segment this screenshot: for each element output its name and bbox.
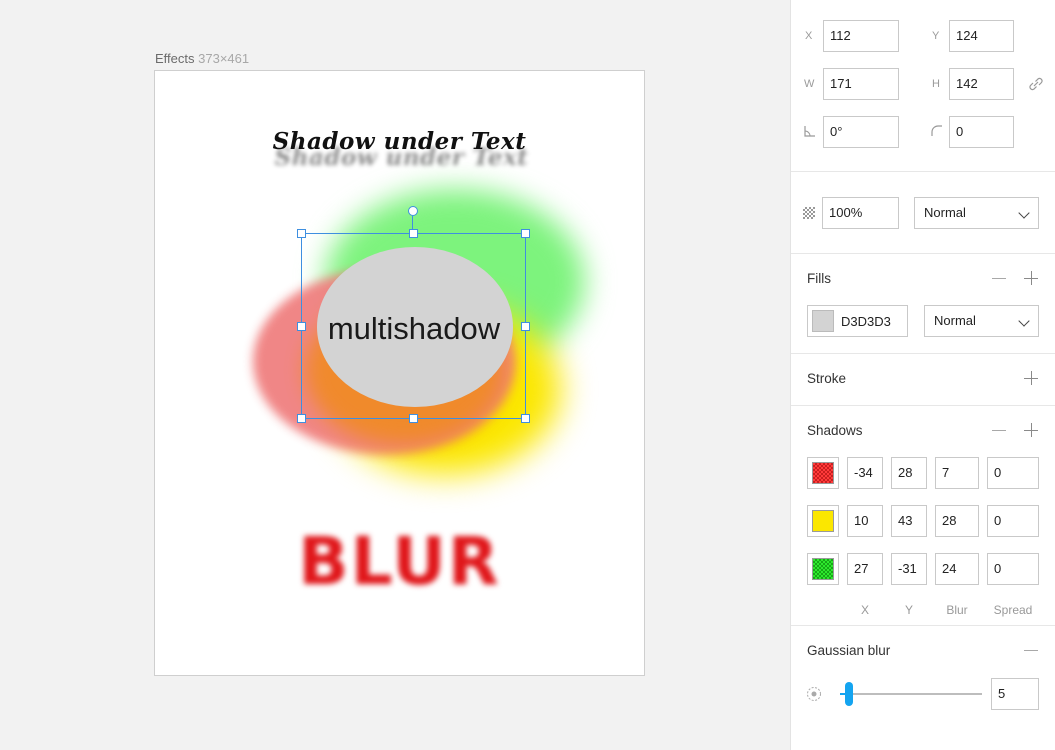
fill-color-field[interactable]: D3D3D3	[807, 305, 908, 337]
artboard-name: Effects	[155, 51, 195, 66]
shadow-2-y-input[interactable]: 43	[891, 505, 927, 537]
w-label: W	[804, 78, 815, 90]
add-fill-button[interactable]	[1024, 271, 1038, 285]
layer-blend-mode-value: Normal	[924, 205, 966, 220]
shadow-2-x-input[interactable]: 10	[847, 505, 883, 537]
shadows-title: Shadows	[807, 423, 863, 438]
angle-icon	[804, 126, 815, 137]
height-input[interactable]: 142	[949, 68, 1014, 100]
opacity-section: 100% Normal	[791, 172, 1055, 254]
shadow-2-blur-input[interactable]: 28	[935, 505, 979, 537]
position-section: X 112 Y 124 W 171 H 142 0° 0	[791, 0, 1055, 172]
fill-blend-mode-select[interactable]: Normal	[924, 305, 1039, 337]
x-input[interactable]: 112	[823, 20, 899, 52]
inspector-panel: X 112 Y 124 W 171 H 142 0° 0 100% Normal	[790, 0, 1055, 750]
layer-blend-mode-select[interactable]: Normal	[914, 197, 1039, 229]
remove-gaussian-blur-button[interactable]	[1024, 650, 1038, 651]
fill-hex-value: D3D3D3	[841, 314, 891, 329]
corner-radius-input[interactable]: 0	[949, 116, 1014, 148]
shadow-2-spread-input[interactable]: 0	[987, 505, 1039, 537]
gaussian-blur-input[interactable]: 5	[991, 678, 1039, 710]
shadow-spread-column-label: Spread	[993, 603, 1033, 617]
shadow-1-spread-input[interactable]: 0	[987, 457, 1039, 489]
shadow-1-x-input[interactable]: -34	[847, 457, 883, 489]
resize-handle-top-right[interactable]	[521, 229, 530, 238]
artboard-dimensions: 373×461	[198, 51, 250, 66]
shadows-section: Shadows -34 28 7 0 10 43 28 0 27 -31 24 …	[791, 406, 1055, 626]
shadow-1-color-swatch	[812, 462, 834, 484]
add-stroke-button[interactable]	[1024, 371, 1038, 385]
y-label: Y	[932, 30, 940, 42]
shadow-1-blur-input[interactable]: 7	[935, 457, 979, 489]
angle-input[interactable]: 0°	[823, 116, 899, 148]
resize-handle-top[interactable]	[409, 229, 418, 238]
shadow-blur-column-label: Blur	[946, 603, 968, 617]
fill-color-swatch[interactable]	[812, 310, 834, 332]
shadow-3-color-swatch	[812, 558, 834, 580]
fills-title: Fills	[807, 271, 831, 286]
resize-handle-bottom-left[interactable]	[297, 414, 306, 423]
shadow-2-color-button[interactable]	[807, 505, 839, 537]
resize-handle-top-left[interactable]	[297, 229, 306, 238]
fill-blend-mode-value: Normal	[934, 313, 976, 328]
resize-handle-bottom-right[interactable]	[521, 414, 530, 423]
stroke-section: Stroke	[791, 354, 1055, 406]
y-input[interactable]: 124	[949, 20, 1014, 52]
shadow-3-spread-input[interactable]: 0	[987, 553, 1039, 585]
h-label: H	[932, 78, 940, 90]
shadow-text-layer[interactable]: Shadow under Text	[155, 128, 644, 155]
canvas-area[interactable]: Effects 373×461 Shadow under Text multis…	[0, 0, 790, 750]
remove-fill-button[interactable]	[992, 278, 1006, 279]
remove-shadow-button[interactable]	[992, 430, 1006, 431]
blur-icon	[807, 687, 821, 701]
chevron-down-icon	[1018, 207, 1030, 219]
resize-handle-right[interactable]	[521, 322, 530, 331]
shadow-3-blur-input[interactable]: 24	[935, 553, 979, 585]
artboard-label[interactable]: Effects 373×461	[155, 51, 249, 66]
resize-handle-bottom[interactable]	[409, 414, 418, 423]
shadow-2-color-swatch	[812, 510, 834, 532]
add-shadow-button[interactable]	[1024, 423, 1038, 437]
opacity-icon	[803, 207, 815, 219]
shadow-x-column-label: X	[860, 603, 869, 617]
shadow-3-x-input[interactable]: 27	[847, 553, 883, 585]
shadow-y-column-label: Y	[904, 603, 913, 617]
corner-radius-icon	[931, 125, 942, 136]
opacity-input[interactable]: 100%	[822, 197, 899, 229]
fills-section: Fills D3D3D3 Normal	[791, 254, 1055, 354]
gaussian-blur-slider-thumb[interactable]	[845, 682, 853, 706]
shadow-1-y-input[interactable]: 28	[891, 457, 927, 489]
rotation-handle[interactable]	[408, 206, 418, 216]
blur-text: BLUR	[298, 523, 501, 600]
shadow-text: Shadow under Text	[272, 128, 527, 155]
x-label: X	[805, 30, 813, 42]
blur-text-layer[interactable]: BLUR	[155, 523, 644, 600]
gaussian-blur-section: Gaussian blur 5	[791, 626, 1055, 750]
resize-handle-left[interactable]	[297, 322, 306, 331]
width-input[interactable]: 171	[823, 68, 899, 100]
gaussian-blur-slider[interactable]	[840, 682, 982, 706]
chevron-down-icon	[1018, 315, 1030, 327]
gaussian-blur-title: Gaussian blur	[807, 643, 891, 658]
shadow-1-color-button[interactable]	[807, 457, 839, 489]
shadow-3-y-input[interactable]: -31	[891, 553, 927, 585]
artboard[interactable]: Shadow under Text multishadow BLUR	[154, 70, 645, 676]
multishadow-text: multishadow	[327, 311, 501, 346]
stroke-title: Stroke	[807, 371, 847, 386]
shadow-3-color-button[interactable]	[807, 553, 839, 585]
link-icon[interactable]	[1027, 75, 1045, 93]
